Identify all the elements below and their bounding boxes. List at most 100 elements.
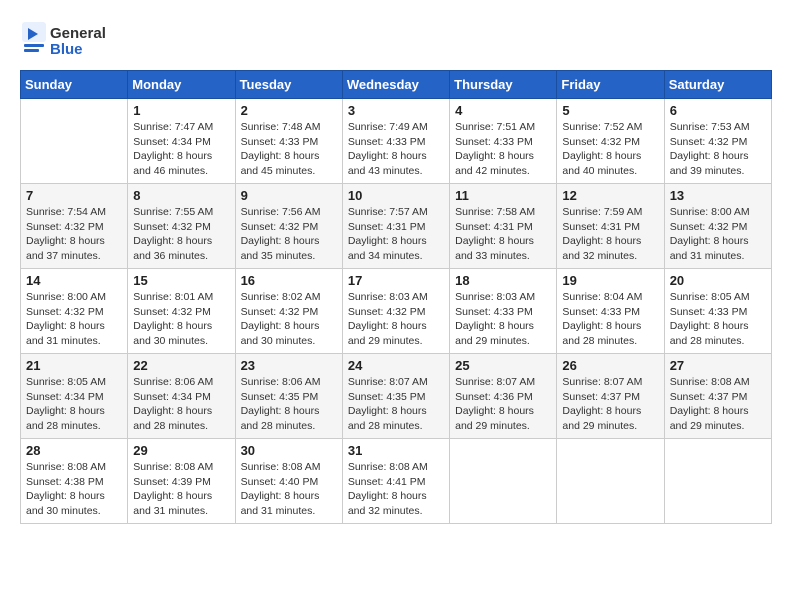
day-info: Sunrise: 7:54 AM Sunset: 4:32 PM Dayligh…: [26, 205, 122, 264]
day-cell: 5 Sunrise: 7:52 AM Sunset: 4:32 PM Daylig…: [557, 99, 664, 184]
day-number: 15: [133, 273, 229, 288]
day-number: 1: [133, 103, 229, 118]
day-info: Sunrise: 7:59 AM Sunset: 4:31 PM Dayligh…: [562, 205, 658, 264]
day-info: Sunrise: 8:04 AM Sunset: 4:33 PM Dayligh…: [562, 290, 658, 349]
day-info: Sunrise: 7:57 AM Sunset: 4:31 PM Dayligh…: [348, 205, 444, 264]
day-cell: 13 Sunrise: 8:00 AM Sunset: 4:32 PM Dayli…: [664, 184, 771, 269]
day-info: Sunrise: 8:05 AM Sunset: 4:34 PM Dayligh…: [26, 375, 122, 434]
day-cell: 4 Sunrise: 7:51 AM Sunset: 4:33 PM Daylig…: [450, 99, 557, 184]
day-number: 24: [348, 358, 444, 373]
day-cell: 30Sunrise: 8:08 AM Sunset: 4:40 PM Dayli…: [235, 439, 342, 524]
weekday-header-row: SundayMondayTuesdayWednesdayThursdayFrid…: [21, 71, 772, 99]
day-number: 21: [26, 358, 122, 373]
day-cell: 18Sunrise: 8:03 AM Sunset: 4:33 PM Dayli…: [450, 269, 557, 354]
day-cell: 6Sunrise: 7:53 AM Sunset: 4:32 PM Daylig…: [664, 99, 771, 184]
day-cell: 16 Sunrise: 8:02 AM Sunset: 4:32 PM Dayli…: [235, 269, 342, 354]
header: General Blue: [20, 20, 772, 60]
day-info: Sunrise: 8:07 AM Sunset: 4:35 PM Dayligh…: [348, 375, 444, 434]
day-number: 25: [455, 358, 551, 373]
day-cell: 1 Sunrise: 7:47 AM Sunset: 4:34 PM Daylig…: [128, 99, 235, 184]
day-cell: 25 Sunrise: 8:07 AM Sunset: 4:36 PM Dayli…: [450, 354, 557, 439]
day-info: Sunrise: 8:00 AM Sunset: 4:32 PM Dayligh…: [670, 205, 766, 264]
day-info: Sunrise: 8:05 AM Sunset: 4:33 PM Dayligh…: [670, 290, 766, 349]
logo: General Blue: [20, 20, 130, 60]
day-cell: 23 Sunrise: 8:06 AM Sunset: 4:35 PM Dayli…: [235, 354, 342, 439]
weekday-header-saturday: Saturday: [664, 71, 771, 99]
day-number: 4: [455, 103, 551, 118]
day-number: 14: [26, 273, 122, 288]
day-number: 2: [241, 103, 337, 118]
day-number: 22: [133, 358, 229, 373]
day-cell: 24 Sunrise: 8:07 AM Sunset: 4:35 PM Dayli…: [342, 354, 449, 439]
day-cell: 31 Sunrise: 8:08 AM Sunset: 4:41 PM Dayli…: [342, 439, 449, 524]
day-info: Sunrise: 8:07 AM Sunset: 4:37 PM Dayligh…: [562, 375, 658, 434]
svg-text:Blue: Blue: [50, 41, 83, 58]
day-info: Sunrise: 8:08 AM Sunset: 4:37 PM Dayligh…: [670, 375, 766, 434]
day-number: 31: [348, 443, 444, 458]
day-number: 11: [455, 188, 551, 203]
day-number: 16: [241, 273, 337, 288]
calendar-table: SundayMondayTuesdayWednesdayThursdayFrid…: [20, 70, 772, 524]
svg-text:General: General: [50, 25, 106, 42]
weekday-header-tuesday: Tuesday: [235, 71, 342, 99]
day-cell: 22 Sunrise: 8:06 AM Sunset: 4:34 PM Dayli…: [128, 354, 235, 439]
day-info: Sunrise: 7:47 AM Sunset: 4:34 PM Dayligh…: [133, 120, 229, 179]
day-cell: 11 Sunrise: 7:58 AM Sunset: 4:31 PM Dayli…: [450, 184, 557, 269]
day-number: 10: [348, 188, 444, 203]
day-number: 17: [348, 273, 444, 288]
day-cell: [664, 439, 771, 524]
week-row-3: 14 Sunrise: 8:00 AM Sunset: 4:32 PM Dayli…: [21, 269, 772, 354]
day-cell: 17 Sunrise: 8:03 AM Sunset: 4:32 PM Dayli…: [342, 269, 449, 354]
day-number: 29: [133, 443, 229, 458]
day-info: Sunrise: 7:48 AM Sunset: 4:33 PM Dayligh…: [241, 120, 337, 179]
day-info: Sunrise: 8:00 AM Sunset: 4:32 PM Dayligh…: [26, 290, 122, 349]
logo-svg: General Blue: [20, 20, 130, 60]
day-number: 8: [133, 188, 229, 203]
day-number: 3: [348, 103, 444, 118]
day-info: Sunrise: 8:06 AM Sunset: 4:35 PM Dayligh…: [241, 375, 337, 434]
day-info: Sunrise: 7:52 AM Sunset: 4:32 PM Dayligh…: [562, 120, 658, 179]
day-info: Sunrise: 8:08 AM Sunset: 4:38 PM Dayligh…: [26, 460, 122, 519]
day-cell: [450, 439, 557, 524]
day-info: Sunrise: 8:02 AM Sunset: 4:32 PM Dayligh…: [241, 290, 337, 349]
day-info: Sunrise: 7:56 AM Sunset: 4:32 PM Dayligh…: [241, 205, 337, 264]
day-number: 19: [562, 273, 658, 288]
day-cell: 26Sunrise: 8:07 AM Sunset: 4:37 PM Dayli…: [557, 354, 664, 439]
day-cell: 28 Sunrise: 8:08 AM Sunset: 4:38 PM Dayli…: [21, 439, 128, 524]
day-cell: 10 Sunrise: 7:57 AM Sunset: 4:31 PM Dayli…: [342, 184, 449, 269]
day-cell: 3Sunrise: 7:49 AM Sunset: 4:33 PM Daylig…: [342, 99, 449, 184]
week-row-1: 1 Sunrise: 7:47 AM Sunset: 4:34 PM Daylig…: [21, 99, 772, 184]
day-number: 6: [670, 103, 766, 118]
day-number: 23: [241, 358, 337, 373]
weekday-header-wednesday: Wednesday: [342, 71, 449, 99]
day-number: 27: [670, 358, 766, 373]
day-cell: 19 Sunrise: 8:04 AM Sunset: 4:33 PM Dayli…: [557, 269, 664, 354]
day-info: Sunrise: 7:58 AM Sunset: 4:31 PM Dayligh…: [455, 205, 551, 264]
week-row-4: 21 Sunrise: 8:05 AM Sunset: 4:34 PM Dayli…: [21, 354, 772, 439]
day-number: 5: [562, 103, 658, 118]
day-number: 9: [241, 188, 337, 203]
day-info: Sunrise: 8:07 AM Sunset: 4:36 PM Dayligh…: [455, 375, 551, 434]
weekday-header-monday: Monday: [128, 71, 235, 99]
day-number: 18: [455, 273, 551, 288]
day-info: Sunrise: 8:08 AM Sunset: 4:41 PM Dayligh…: [348, 460, 444, 519]
weekday-header-thursday: Thursday: [450, 71, 557, 99]
day-cell: 27 Sunrise: 8:08 AM Sunset: 4:37 PM Dayli…: [664, 354, 771, 439]
day-info: Sunrise: 7:55 AM Sunset: 4:32 PM Dayligh…: [133, 205, 229, 264]
day-info: Sunrise: 8:06 AM Sunset: 4:34 PM Dayligh…: [133, 375, 229, 434]
day-cell: [557, 439, 664, 524]
day-cell: [21, 99, 128, 184]
day-cell: 14 Sunrise: 8:00 AM Sunset: 4:32 PM Dayli…: [21, 269, 128, 354]
day-info: Sunrise: 8:03 AM Sunset: 4:32 PM Dayligh…: [348, 290, 444, 349]
day-number: 7: [26, 188, 122, 203]
weekday-header-friday: Friday: [557, 71, 664, 99]
day-number: 13: [670, 188, 766, 203]
day-info: Sunrise: 8:01 AM Sunset: 4:32 PM Dayligh…: [133, 290, 229, 349]
day-info: Sunrise: 8:08 AM Sunset: 4:40 PM Dayligh…: [241, 460, 337, 519]
day-cell: 29 Sunrise: 8:08 AM Sunset: 4:39 PM Dayli…: [128, 439, 235, 524]
day-number: 28: [26, 443, 122, 458]
day-info: Sunrise: 7:51 AM Sunset: 4:33 PM Dayligh…: [455, 120, 551, 179]
week-row-5: 28 Sunrise: 8:08 AM Sunset: 4:38 PM Dayli…: [21, 439, 772, 524]
day-info: Sunrise: 8:08 AM Sunset: 4:39 PM Dayligh…: [133, 460, 229, 519]
day-cell: 12Sunrise: 7:59 AM Sunset: 4:31 PM Dayli…: [557, 184, 664, 269]
